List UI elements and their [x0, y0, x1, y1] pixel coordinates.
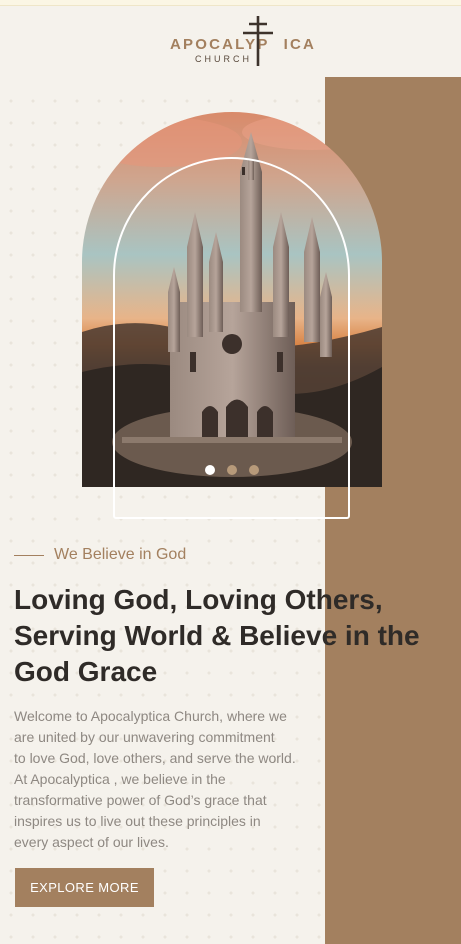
headline-line: Loving God, Loving Others, [14, 584, 383, 615]
carousel-dot-3[interactable] [249, 465, 259, 475]
explore-more-button[interactable]: EXPLORE MORE [15, 868, 154, 907]
paragraph-line: inspires us to live out these principles… [14, 813, 261, 829]
paragraph-line: every aspect of our lives. [14, 834, 169, 850]
top-bar [0, 0, 461, 6]
cross-icon [243, 16, 273, 66]
headline-line: God Grace [14, 656, 158, 687]
paragraph-line: transformative power of God’s grace that [14, 792, 267, 808]
page-headline: Loving God, Loving Others, Serving World… [14, 582, 454, 690]
carousel-dot-1[interactable] [205, 465, 215, 475]
headline-line: Serving World & Believe in the [14, 620, 420, 651]
paragraph-line: Welcome to Apocalyptica Church, where we [14, 708, 287, 724]
carousel-dot-2[interactable] [227, 465, 237, 475]
paragraph-line: are united by our unwavering commitment [14, 729, 275, 745]
paragraph-line: At Apocalyptica , we believe in the [14, 771, 226, 787]
paragraph-line: to love God, love others, and serve the … [14, 750, 296, 766]
section-eyebrow: We Believe in God [14, 545, 186, 565]
church-logo[interactable]: APOCALYP ICA CHURCH [168, 16, 314, 68]
eyebrow-divider [14, 554, 44, 556]
intro-paragraph: Welcome to Apocalyptica Church, where we… [14, 706, 334, 853]
eyebrow-label: We Believe in God [54, 546, 187, 563]
